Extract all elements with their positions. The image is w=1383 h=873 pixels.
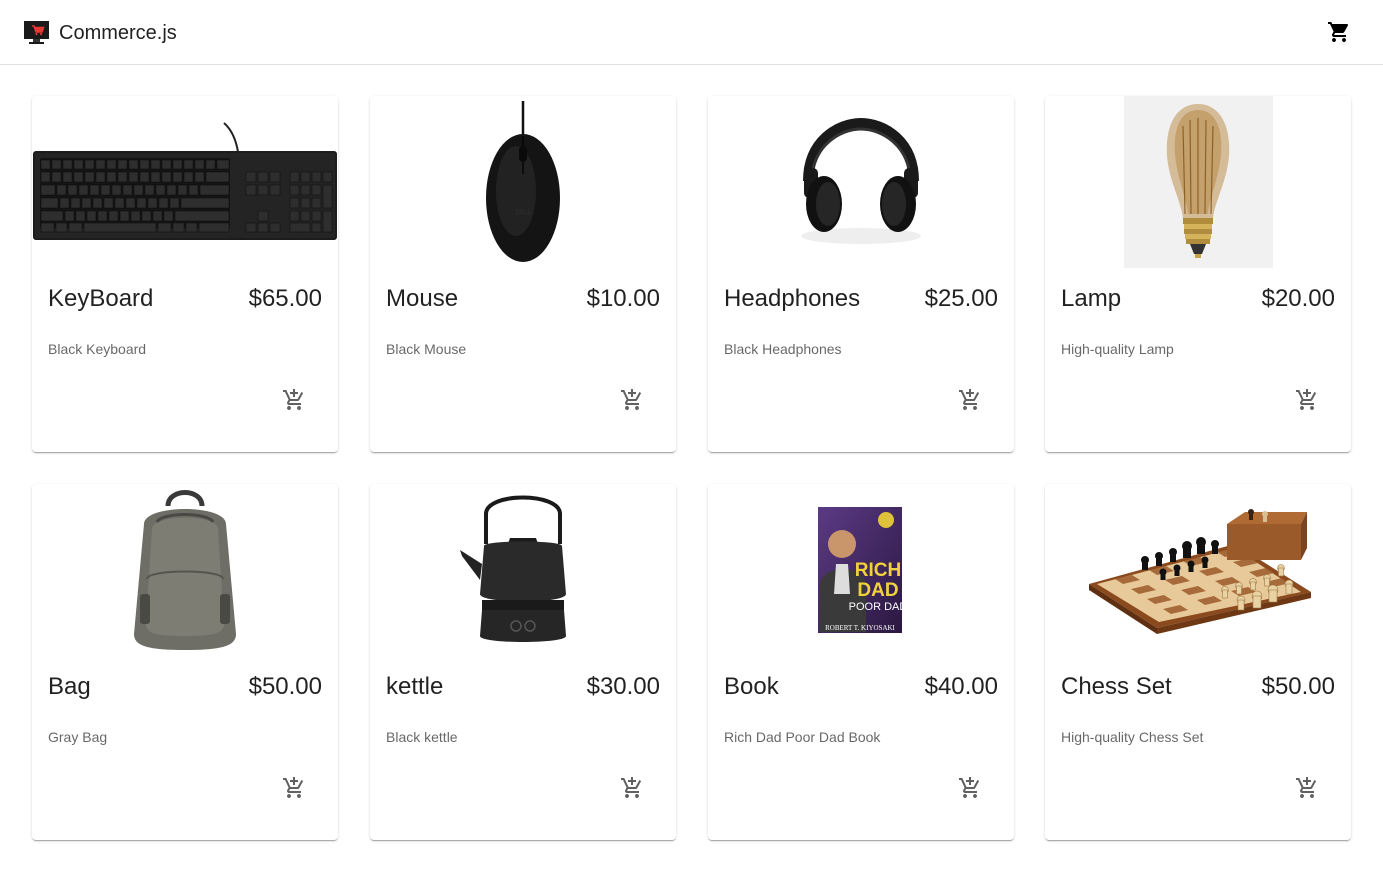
shopping-cart-icon (1328, 22, 1349, 42)
add-to-cart-button[interactable] (270, 376, 318, 424)
product-image-chess-set (1045, 484, 1351, 656)
product-name[interactable]: Headphones (724, 284, 860, 314)
product-image-kettle (370, 484, 676, 656)
book-cover-title-rich: RICH (855, 560, 901, 581)
product-price: $30.00 (586, 673, 660, 700)
product-name[interactable]: Bag (48, 672, 91, 702)
add-shopping-cart-icon (1296, 777, 1317, 798)
product-image-headphones (708, 96, 1014, 268)
app-title: Commerce.js (59, 21, 177, 44)
product-card-keyboard: KeyBoard $65.00 Black Keyboard (32, 96, 338, 452)
product-price: $20.00 (1261, 285, 1335, 312)
product-price: $65.00 (248, 285, 322, 312)
book-cover-author: ROBERT T. KIYOSAKI (825, 624, 895, 632)
product-price: $40.00 (924, 673, 998, 700)
app-bar: Commerce.js (0, 0, 1383, 65)
product-card-headphones: Headphones $25.00 Black Headphones (708, 96, 1014, 452)
mouse-image: DELL (486, 101, 560, 262)
add-to-cart-button[interactable] (1283, 376, 1331, 424)
product-image-mouse: DELL (370, 96, 676, 268)
book-cover-title-dad: DAD (857, 580, 898, 601)
product-card-bag: Bag $50.00 Gray Bag (32, 484, 338, 840)
product-price: $50.00 (248, 673, 322, 700)
bag-image (134, 490, 236, 650)
lamp-image (1124, 96, 1273, 268)
add-to-cart-button[interactable] (946, 764, 994, 812)
product-card-lamp: Lamp $20.00 High-quality Lamp (1045, 96, 1351, 452)
kettle-image (460, 495, 566, 642)
product-description: Gray Bag (48, 729, 108, 745)
product-description: Black kettle (386, 729, 458, 745)
product-name[interactable]: kettle (386, 672, 443, 702)
add-shopping-cart-icon (621, 389, 642, 410)
add-shopping-cart-icon (621, 777, 642, 798)
product-price: $25.00 (924, 285, 998, 312)
product-image-keyboard (32, 96, 338, 268)
product-description: Black Headphones (724, 341, 842, 357)
product-name[interactable]: Mouse (386, 284, 458, 314)
add-to-cart-button[interactable] (608, 764, 656, 812)
product-description: Black Keyboard (48, 341, 147, 357)
keyboard-image (33, 122, 337, 240)
product-name[interactable]: KeyBoard (48, 284, 153, 314)
add-shopping-cart-icon (959, 777, 980, 798)
svg-text:DELL: DELL (515, 209, 531, 216)
product-description: Rich Dad Poor Dad Book (724, 729, 881, 745)
product-price: $50.00 (1261, 673, 1335, 700)
book-image: RICH DAD POOR DAD ROBERT T. KIYOSAKI (818, 507, 908, 633)
product-image-bag (32, 484, 338, 656)
brand[interactable]: Commerce.js (24, 20, 177, 45)
product-description: High-quality Lamp (1061, 341, 1174, 357)
add-shopping-cart-icon (283, 389, 304, 410)
product-price: $10.00 (586, 285, 660, 312)
product-card-mouse: DELL Mouse $10.00 Black Mouse (370, 96, 676, 452)
cart-button[interactable] (1316, 9, 1362, 55)
product-card-book: RICH DAD POOR DAD ROBERT T. KIYOSAKI Boo… (708, 484, 1014, 840)
product-name[interactable]: Lamp (1061, 284, 1121, 314)
add-to-cart-button[interactable] (270, 764, 318, 812)
product-image-book: RICH DAD POOR DAD ROBERT T. KIYOSAKI (708, 484, 1014, 656)
product-description: High-quality Chess Set (1061, 729, 1204, 745)
shopping-cart-monitor-logo-icon (24, 21, 49, 44)
add-shopping-cart-icon (1296, 389, 1317, 410)
headphones-image (801, 117, 921, 244)
product-image-lamp (1045, 96, 1351, 268)
product-name[interactable]: Chess Set (1061, 672, 1172, 702)
add-to-cart-button[interactable] (946, 376, 994, 424)
add-to-cart-button[interactable] (1283, 764, 1331, 812)
chess-set-image (1089, 509, 1311, 634)
product-name[interactable]: Book (724, 672, 779, 702)
add-shopping-cart-icon (959, 389, 980, 410)
product-card-kettle: kettle $30.00 Black kettle (370, 484, 676, 840)
book-cover-title-poor-dad: POOR DAD (849, 601, 908, 613)
product-card-chess-set: Chess Set $50.00 High-quality Chess Set (1045, 484, 1351, 840)
add-shopping-cart-icon (283, 777, 304, 798)
product-description: Black Mouse (386, 341, 467, 357)
add-to-cart-button[interactable] (608, 376, 656, 424)
